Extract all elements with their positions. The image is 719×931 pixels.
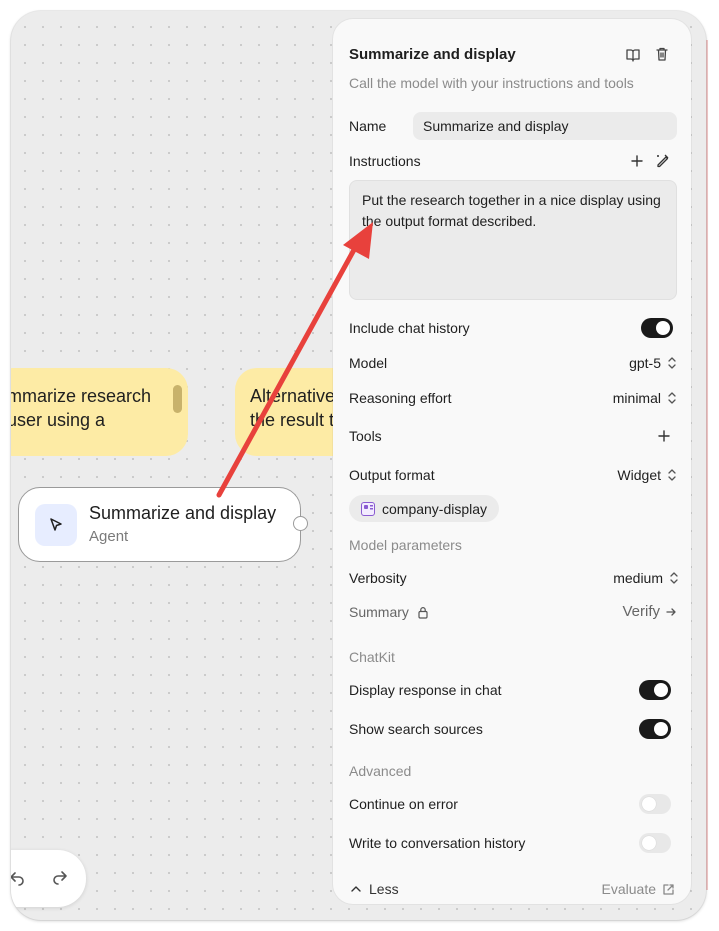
note-scrollbar[interactable]: [173, 385, 182, 413]
summary-label: Summary: [349, 604, 409, 620]
panel-subtitle: Call the model with your instructions an…: [349, 75, 634, 91]
continue-on-error-toggle[interactable]: [639, 794, 671, 814]
output-format-select[interactable]: Widget: [617, 467, 677, 483]
model-select[interactable]: gpt-5: [629, 355, 677, 371]
summary-row: Summary: [349, 604, 429, 620]
instructions-label: Instructions: [349, 153, 421, 169]
tools-label: Tools: [349, 428, 382, 444]
chatkit-heading: ChatKit: [349, 649, 395, 665]
note-line: user using a: [11, 410, 106, 430]
display-response-toggle[interactable]: [639, 680, 671, 700]
verify-link[interactable]: Verify: [622, 603, 677, 620]
write-history-toggle[interactable]: [639, 833, 671, 853]
chevron-up-icon: [351, 886, 361, 892]
display-response-label: Display response in chat: [349, 682, 502, 698]
node-settings-panel: Summarize and display Call the model wit…: [333, 19, 691, 904]
model-label: Model: [349, 355, 388, 371]
undo-redo-toolbar: [11, 850, 86, 907]
show-sources-toggle[interactable]: [639, 719, 671, 739]
chevron-updown-icon: [668, 469, 676, 481]
agent-node-subtitle: Agent: [89, 528, 129, 545]
sticky-note[interactable]: mmarize research user using a: [11, 368, 188, 456]
less-button[interactable]: Less: [349, 881, 399, 897]
verbosity-select[interactable]: medium: [613, 570, 679, 586]
evaluate-label: Evaluate: [601, 881, 656, 897]
widget-icon: [361, 501, 375, 516]
show-sources-label: Show search sources: [349, 721, 483, 737]
magic-pen-icon[interactable]: [655, 152, 671, 168]
output-port[interactable]: [293, 516, 308, 531]
name-input[interactable]: Summarize and display: [413, 112, 677, 140]
model-value: gpt-5: [629, 355, 661, 371]
trash-icon[interactable]: [654, 46, 670, 62]
verify-label: Verify: [622, 603, 660, 620]
include-chat-history-label: Include chat history: [349, 320, 470, 336]
advanced-heading: Advanced: [349, 763, 412, 779]
widget-chip[interactable]: company-display: [349, 495, 500, 522]
chevron-updown-icon: [668, 392, 676, 404]
add-tool-plus-icon[interactable]: [656, 428, 672, 444]
output-format-label: Output format: [349, 467, 435, 483]
reasoning-effort-select[interactable]: minimal: [613, 390, 677, 406]
note-line: mmarize research: [11, 386, 152, 406]
instructions-textarea[interactable]: Put the research together in a nice disp…: [349, 180, 677, 300]
less-label: Less: [369, 881, 399, 897]
arrow-right-icon: [666, 607, 676, 616]
reasoning-effort-label: Reasoning effort: [349, 390, 452, 406]
chevron-updown-icon: [670, 572, 678, 584]
include-chat-history-toggle[interactable]: [641, 318, 673, 338]
redo-icon[interactable]: [50, 867, 70, 892]
agent-node[interactable]: Summarize and display Agent: [18, 487, 308, 562]
model-parameters-heading: Model parameters: [349, 537, 462, 553]
window-edge: [706, 40, 708, 890]
book-icon[interactable]: [625, 47, 641, 63]
plus-icon[interactable]: [629, 153, 645, 169]
cursor-arrow-icon: [35, 504, 77, 546]
verbosity-label: Verbosity: [349, 570, 407, 586]
chevron-updown-icon: [668, 357, 676, 369]
output-format-value: Widget: [617, 467, 661, 483]
continue-on-error-label: Continue on error: [349, 796, 458, 812]
evaluate-link[interactable]: Evaluate: [602, 881, 675, 897]
name-label: Name: [349, 118, 387, 134]
verbosity-value: medium: [613, 570, 663, 586]
reasoning-effort-value: minimal: [612, 390, 661, 406]
external-link-icon: [663, 883, 674, 895]
panel-title: Summarize and display: [349, 46, 516, 63]
lock-icon: [418, 606, 428, 619]
write-history-label: Write to conversation history: [349, 835, 526, 851]
undo-icon[interactable]: [11, 868, 27, 893]
agent-node-title: Summarize and display: [89, 503, 277, 523]
widget-chip-label: company-display: [382, 500, 488, 517]
workflow-canvas[interactable]: mmarize research user using a Alternativ…: [11, 11, 706, 920]
